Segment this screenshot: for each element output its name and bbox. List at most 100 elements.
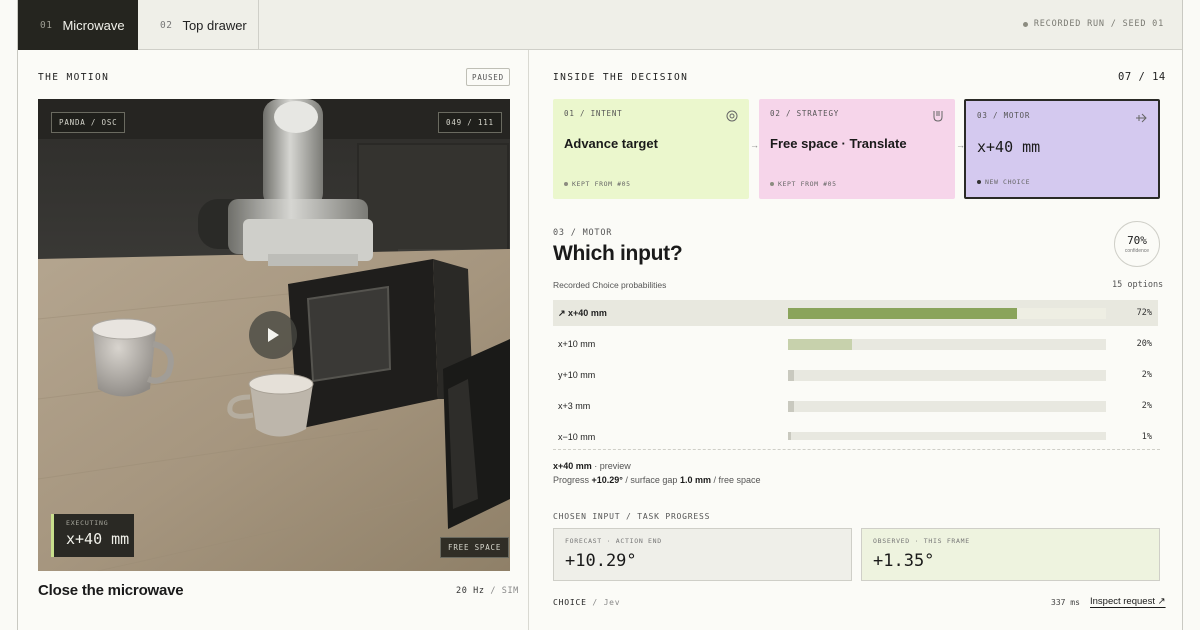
question-heading: Which input? [553,242,683,265]
preview-line: x+40 mm · preview [553,461,631,471]
progress-mid: / surface gap [622,475,680,485]
inspect-request-link[interactable]: Inspect request ↗ [1090,596,1166,607]
observed-label: OBSERVED · THIS FRAME [873,537,970,545]
probability-track [788,400,1106,412]
region-badge: FREE SPACE [440,537,510,558]
card-title: x+40 mm [977,138,1041,156]
footer-dot-icon [564,182,568,186]
probability-bar [788,338,852,350]
choice-label: CHOICE / Jev [553,598,620,607]
card-title: Advance target [564,136,658,151]
task-title: Close the microwave [38,582,184,599]
rate-separator: / [490,586,497,596]
run-info: RECORDED RUN / SEED 01 [1022,19,1164,29]
probabilities-label: Recorded Choice probabilities [553,280,667,290]
chosen-input-label: CHOSEN INPUT / TASK PROGRESS [553,512,711,521]
status-dot-icon [1022,21,1028,27]
option-percent: 72% [1136,308,1152,318]
tab-number: 01 [40,19,53,31]
card-label: 03 / MOTOR [977,111,1031,120]
option-row[interactable]: ↗ x+40 mm 72% [553,300,1158,326]
rate-value: 20 Hz [456,586,485,596]
app-frame: 01 Microwave 02 Top drawer RECORDED RUN … [17,0,1183,630]
latency: 337 ms [1051,598,1080,607]
observed-box: OBSERVED · THIS FRAME +1.35° [861,528,1160,581]
flow-arrow-icon: → [750,140,759,150]
option-percent: 2% [1141,370,1152,380]
option-row[interactable]: x+3 mm 2% [553,393,1158,419]
sim-rate: 20 Hz / SIM [456,586,519,596]
confidence-gauge: 70% confidence [1114,221,1160,267]
panel-divider [528,50,529,630]
forecast-box: FORECAST · ACTION END +10.29° [553,528,852,581]
option-label: x+10 mm [558,339,596,349]
forecast-value: +10.29° [565,551,637,571]
tab-label: Top drawer [182,17,247,33]
footer-dot-icon [770,182,774,186]
run-info-text: RECORDED RUN / SEED 01 [1033,19,1164,29]
card-footer-text: NEW CHOICE [985,178,1031,186]
card-footer: NEW CHOICE [977,178,1030,186]
play-button[interactable] [249,311,297,359]
tab-bar: 01 Microwave 02 Top drawer RECORDED RUN … [18,0,1182,50]
choice-separator: / [586,598,604,607]
option-percent: 20% [1136,339,1152,349]
option-label: x+3 mm [558,401,591,411]
decision-section-title: INSIDE THE DECISION [553,72,689,83]
magnet-icon [933,111,943,122]
probability-bar [788,307,1017,319]
target-icon [726,110,738,122]
intent-card[interactable]: 01 / INTENT Advance target KEPT FROM #05 [553,99,749,199]
progress-suffix: / free space [710,475,761,485]
progress-prefix: Progress [553,475,592,485]
tab-top-drawer[interactable]: 02 Top drawer [138,0,259,50]
status-badge: PAUSED [466,68,510,86]
card-footer: KEPT FROM #05 [770,180,837,188]
section-label: 03 / MOTOR [553,228,613,238]
card-label: 02 / STRATEGY [770,109,840,118]
option-row[interactable]: y+10 mm 2% [553,362,1158,388]
simulation-viewport[interactable]: PANDA / OSC 049 / 111 EXECUTING x+40 mm … [38,99,510,571]
options-list[interactable]: ↗ x+40 mm 72% x+10 mm 20% y+10 mm 2% x+3 mm 2% x… [553,300,1158,440]
footer-dot-icon [977,180,981,184]
card-label: 01 / INTENT [564,109,623,118]
executing-value: x+40 mm [66,530,130,548]
motor-card[interactable]: 03 / MOTOR x+40 mm NEW CHOICE [964,99,1160,199]
probability-track [788,431,1106,440]
card-footer-text: KEPT FROM #05 [778,180,837,188]
choice-title: CHOICE [553,598,587,607]
probability-bar [788,431,792,440]
preview-option: x+40 mm [553,461,592,471]
robot-label: PANDA / OSC [51,112,126,133]
preview-suffix: · preview [591,461,631,471]
progress-line: Progress +10.29° / surface gap 1.0 mm / … [553,475,761,485]
options-count: 15 options [1112,280,1164,290]
card-footer: KEPT FROM #05 [564,180,631,188]
progress-angle: +10.29° [591,475,623,485]
option-label: ↗ x+40 mm [558,307,607,318]
probability-track [788,307,1106,319]
option-percent: 2% [1141,401,1152,411]
arrow-right-icon [1136,113,1147,123]
surface-gap: 1.0 mm [679,475,711,485]
tab-number: 02 [160,19,173,31]
executing-label: EXECUTING [66,519,109,527]
probability-bar [788,369,795,381]
step-counter: 07 / 14 [1118,71,1166,83]
tab-microwave[interactable]: 01 Microwave [18,0,138,50]
observed-value: +1.35° [873,551,935,571]
probability-track [788,369,1106,381]
choice-sub: Jev [603,598,621,607]
option-row[interactable]: x−10 mm 1% [553,424,1158,440]
strategy-card[interactable]: 02 / STRATEGY Free space · Translate KEP… [759,99,955,199]
sim-mode: SIM [501,586,519,596]
confidence-value: 70% [1127,234,1147,247]
card-footer-text: KEPT FROM #05 [572,180,631,188]
option-row[interactable]: x+10 mm 20% [553,331,1158,357]
frame-counter: 049 / 111 [438,112,502,133]
confidence-label: confidence [1124,248,1150,254]
list-divider [553,449,1160,450]
play-icon [268,328,279,342]
executing-indicator: EXECUTING x+40 mm [51,514,134,557]
forecast-label: FORECAST · ACTION END [565,537,662,545]
